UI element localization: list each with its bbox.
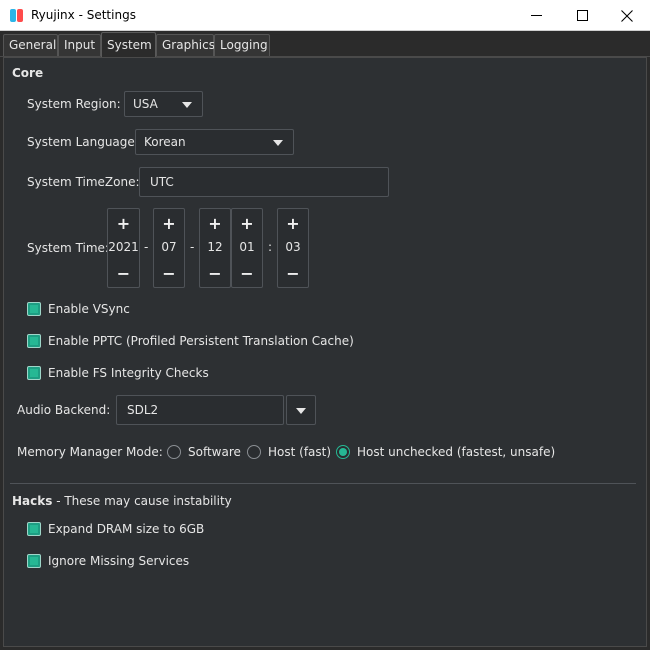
- chevron-down-icon: [182, 102, 192, 108]
- minus-icon[interactable]: −: [200, 261, 230, 285]
- minute-value: 03: [285, 240, 301, 254]
- core-section-title: Core: [12, 66, 44, 80]
- check-mark-icon: [30, 305, 38, 313]
- chevron-down-icon: [273, 140, 283, 146]
- date-separator: -: [190, 240, 195, 254]
- minimize-button[interactable]: [513, 0, 559, 31]
- minus-icon[interactable]: −: [108, 261, 139, 285]
- chevron-down-icon: [296, 408, 306, 414]
- fs-integrity-label[interactable]: Enable FS Integrity Checks: [48, 366, 209, 380]
- system-region-label: System Region:: [27, 97, 121, 111]
- ignore-missing-services-label[interactable]: Ignore Missing Services: [48, 554, 189, 568]
- hour-value: 01: [239, 240, 255, 254]
- check-mark-icon: [30, 525, 38, 533]
- system-time-label: System Time:: [27, 241, 109, 255]
- year-value: 2021: [108, 240, 139, 254]
- memory-software-label[interactable]: Software: [188, 445, 241, 459]
- pptc-label[interactable]: Enable PPTC (Profiled Persistent Transla…: [48, 334, 354, 348]
- tab-general[interactable]: General: [3, 34, 58, 56]
- plus-icon[interactable]: +: [278, 211, 308, 235]
- plus-icon[interactable]: +: [108, 211, 139, 235]
- memory-software-radio[interactable]: [167, 445, 181, 459]
- maximize-icon: [576, 10, 588, 21]
- plus-icon[interactable]: +: [200, 211, 230, 235]
- plus-icon[interactable]: +: [154, 211, 184, 235]
- pptc-checkbox[interactable]: [27, 334, 41, 348]
- system-language-dropdown[interactable]: Korean: [135, 129, 294, 155]
- system-timezone-input[interactable]: UTC: [139, 167, 389, 197]
- year-spinner[interactable]: + 2021 −: [107, 208, 140, 288]
- radio-selected-dot: [339, 448, 347, 456]
- check-mark-icon: [30, 337, 38, 345]
- audio-backend-input[interactable]: SDL2: [116, 395, 284, 425]
- check-mark-icon: [30, 369, 38, 377]
- vsync-label[interactable]: Enable VSync: [48, 302, 130, 316]
- hacks-section-title: Hacks: [12, 494, 53, 508]
- hacks-section-header: Hacks - These may cause instability: [12, 494, 232, 508]
- plus-icon[interactable]: +: [232, 211, 262, 235]
- memory-host-fast-label[interactable]: Host (fast): [268, 445, 331, 459]
- date-separator: -: [144, 240, 149, 254]
- tab-graphics[interactable]: Graphics: [156, 34, 215, 56]
- ignore-missing-services-checkbox[interactable]: [27, 554, 41, 568]
- hacks-section-note: - These may cause instability: [52, 494, 232, 508]
- window-title: Ryujinx - Settings: [31, 8, 136, 22]
- title-bar: Ryujinx - Settings: [0, 0, 650, 31]
- check-mark-icon: [30, 557, 38, 565]
- minute-spinner[interactable]: + 03 −: [277, 208, 309, 288]
- hour-spinner[interactable]: + 01 −: [231, 208, 263, 288]
- tab-logging[interactable]: Logging: [214, 34, 270, 56]
- memory-host-unchecked-radio[interactable]: [336, 445, 350, 459]
- vsync-checkbox[interactable]: [27, 302, 41, 316]
- memory-host-fast-radio[interactable]: [247, 445, 261, 459]
- ryujinx-logo-icon: [10, 9, 23, 22]
- maximize-button[interactable]: [559, 0, 605, 31]
- fs-integrity-checkbox[interactable]: [27, 366, 41, 380]
- close-button[interactable]: [604, 0, 650, 31]
- minimize-icon: [530, 15, 542, 16]
- minus-icon[interactable]: −: [154, 261, 184, 285]
- tab-system[interactable]: System: [101, 32, 156, 57]
- section-divider: [10, 483, 636, 484]
- minus-icon[interactable]: −: [278, 261, 308, 285]
- expand-dram-label[interactable]: Expand DRAM size to 6GB: [48, 522, 204, 536]
- time-separator: :: [268, 240, 273, 254]
- month-spinner[interactable]: + 07 −: [153, 208, 185, 288]
- memory-host-unchecked-label[interactable]: Host unchecked (fastest, unsafe): [357, 445, 555, 459]
- system-timezone-label: System TimeZone:: [27, 175, 140, 189]
- tab-input[interactable]: Input: [58, 34, 101, 56]
- day-value: 12: [207, 240, 223, 254]
- close-icon: [621, 9, 633, 22]
- memory-manager-label: Memory Manager Mode:: [17, 445, 163, 459]
- expand-dram-checkbox[interactable]: [27, 522, 41, 536]
- system-region-dropdown[interactable]: USA: [124, 91, 203, 117]
- system-language-label: System Language:: [27, 135, 139, 149]
- minus-icon[interactable]: −: [232, 261, 262, 285]
- month-value: 07: [161, 240, 177, 254]
- audio-backend-dropdown-button[interactable]: [286, 395, 316, 425]
- system-region-value: USA: [133, 97, 158, 111]
- audio-backend-label: Audio Backend:: [17, 403, 111, 417]
- system-language-value: Korean: [144, 135, 186, 149]
- day-spinner[interactable]: + 12 −: [199, 208, 231, 288]
